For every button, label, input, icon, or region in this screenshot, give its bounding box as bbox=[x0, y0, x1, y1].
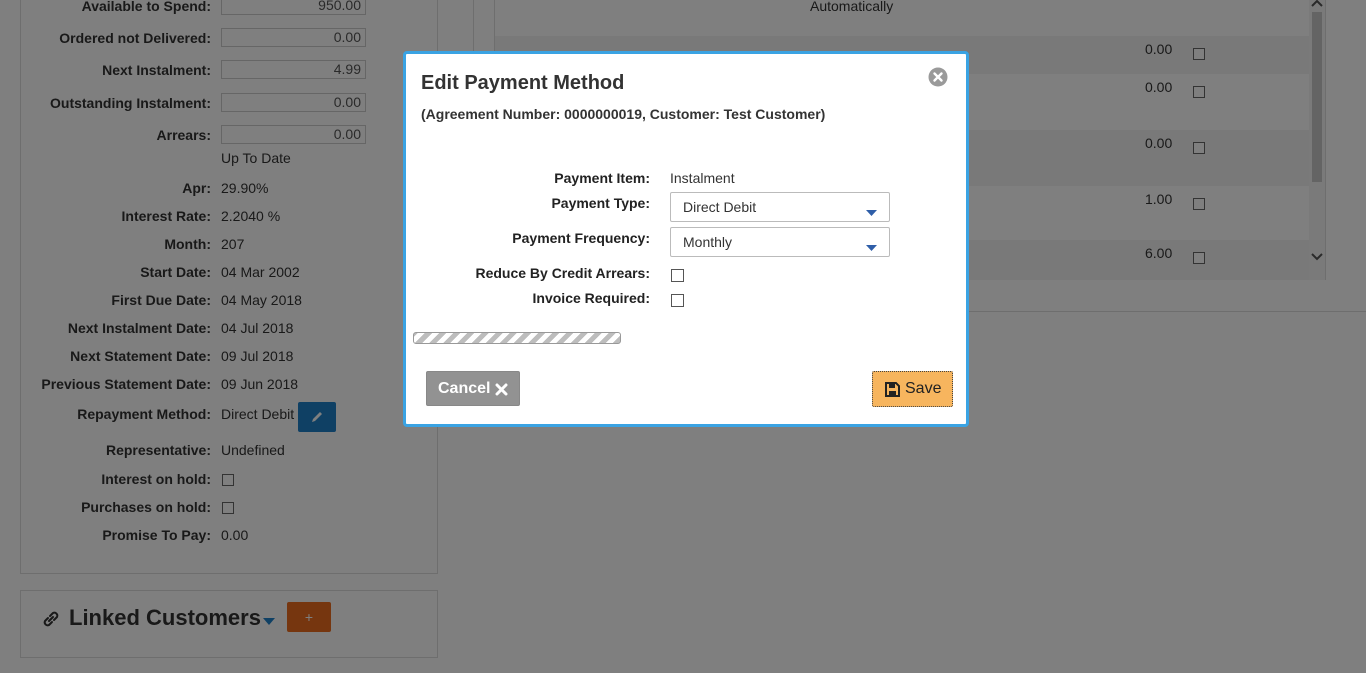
invoice-required-checkbox[interactable] bbox=[671, 294, 684, 307]
payment-type-label: Payment Type: bbox=[551, 195, 650, 211]
payment-frequency-label: Payment Frequency: bbox=[512, 230, 650, 246]
payment-frequency-select[interactable]: Monthly bbox=[670, 227, 890, 257]
dialog-title: Edit Payment Method bbox=[421, 72, 625, 94]
chevron-down-icon bbox=[866, 204, 877, 220]
payment-type-selected: Direct Debit bbox=[683, 199, 757, 215]
payment-type-select[interactable]: Direct Debit bbox=[670, 192, 890, 222]
save-button-label: Save bbox=[905, 380, 942, 397]
payment-frequency-selected: Monthly bbox=[683, 234, 733, 250]
payment-item-value: Instalment bbox=[670, 170, 735, 186]
loading-progress-bar bbox=[413, 332, 621, 344]
cancel-button-label: Cancel bbox=[438, 380, 491, 397]
edit-payment-method-dialog: Edit Payment Method (Agreement Number: 0… bbox=[403, 51, 969, 427]
floppy-disk-icon bbox=[885, 382, 900, 402]
chevron-down-icon bbox=[866, 239, 877, 255]
reduce-arrears-label: Reduce By Credit Arrears: bbox=[475, 265, 650, 281]
save-button[interactable]: Save bbox=[872, 371, 953, 407]
close-icon[interactable] bbox=[928, 67, 948, 90]
dialog-subtitle: (Agreement Number: 0000000019, Customer:… bbox=[421, 106, 826, 122]
payment-item-label: Payment Item: bbox=[554, 170, 650, 186]
invoice-required-label: Invoice Required: bbox=[532, 290, 650, 306]
reduce-arrears-checkbox[interactable] bbox=[671, 269, 684, 282]
cancel-button[interactable]: Cancel bbox=[426, 371, 520, 406]
close-icon bbox=[495, 383, 508, 401]
